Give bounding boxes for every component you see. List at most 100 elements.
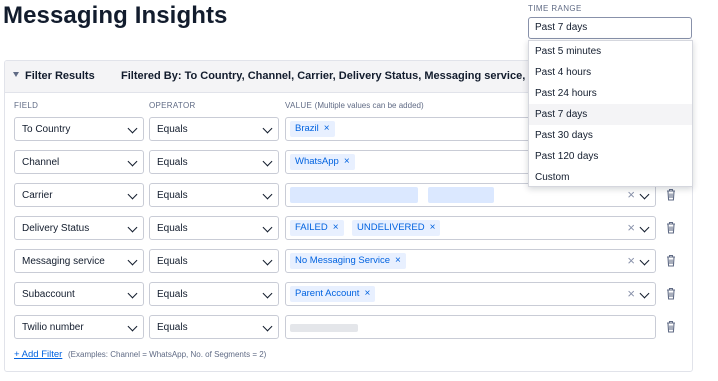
chevron-down-icon [127,288,138,299]
value-chip-label: UNDELIVERED [357,222,425,233]
chevron-down-icon [127,123,138,134]
caret-down-icon[interactable] [13,72,19,77]
remove-chip-icon[interactable]: × [364,288,370,299]
time-range-option[interactable]: Past 120 days [529,146,692,167]
value-chip: UNDELIVERED × [352,220,441,236]
field-select[interactable]: Subaccount [14,282,144,306]
chevron-down-icon[interactable] [639,288,650,299]
time-range-option[interactable]: Past 7 days [529,104,692,125]
time-range-option[interactable]: Custom [529,167,692,188]
chevron-down-icon [262,189,273,200]
chevron-down-icon [262,321,273,332]
chevron-down-icon [127,222,138,233]
time-range-option[interactable]: Past 24 hours [529,83,692,104]
operator-select[interactable]: Equals [149,216,279,240]
value-chip: Brazil × [290,121,335,137]
time-range-option[interactable]: Past 30 days [529,125,692,146]
time-range-dropdown: Past 5 minutes Past 4 hours Past 24 hour… [528,40,693,187]
operator-select-value: Equals [157,289,188,300]
time-range-option[interactable]: Past 5 minutes [529,41,692,62]
field-select-value: Messaging service [22,256,105,267]
filter-row: Messaging service Equals No Messaging Se… [5,249,692,273]
remove-chip-icon[interactable]: × [324,123,330,134]
add-filter-hint: (Examples: Channel = WhatsApp, No. of Se… [68,350,267,359]
chevron-down-icon [127,255,138,266]
trash-icon[interactable] [666,320,676,333]
field-select[interactable]: Carrier [14,183,144,207]
value-chip: FAILED × [290,220,344,236]
value-chip: WhatsApp × [290,154,355,170]
clear-all-icon[interactable]: × [627,221,635,235]
value-input[interactable]: No Messaging Service × × [285,249,656,273]
chevron-down-icon [262,288,273,299]
value-chip-label: No Messaging Service [295,255,391,266]
operator-select-value: Equals [157,190,188,201]
time-range-label: TIME RANGE [528,4,582,13]
field-select[interactable]: To Country [14,117,144,141]
add-filter-link[interactable]: + Add Filter [14,349,62,360]
operator-select[interactable]: Equals [149,150,279,174]
trash-icon[interactable] [666,221,676,234]
chevron-down-icon [262,156,273,167]
operator-select-value: Equals [157,124,188,135]
value-chip-label: WhatsApp [295,156,339,167]
value-chip-label: Brazil [295,123,319,134]
field-select[interactable]: Twilio number [14,315,144,339]
clear-all-icon[interactable]: × [627,287,635,301]
redacted-placeholder [290,324,358,332]
value-input[interactable]: Parent Account × × [285,282,656,306]
clear-all-icon[interactable]: × [627,254,635,268]
value-column-hint: (Multiple values can be added) [314,101,424,110]
value-chip: Parent Account × [290,286,376,302]
operator-column-label: OPERATOR [149,101,196,110]
field-select[interactable]: Messaging service [14,249,144,273]
chevron-down-icon [127,321,138,332]
operator-select[interactable]: Equals [149,315,279,339]
redacted-chip [428,187,495,203]
trash-icon[interactable] [666,188,676,201]
operator-select-value: Equals [157,322,188,333]
chevron-down-icon [127,189,138,200]
operator-select-value: Equals [157,157,188,168]
field-select-value: Twilio number [22,322,84,333]
field-select-value: To Country [22,124,71,135]
chevron-down-icon[interactable] [639,255,650,266]
remove-chip-icon[interactable]: × [395,255,401,266]
operator-select[interactable]: Equals [149,249,279,273]
chevron-down-icon [127,156,138,167]
trash-icon[interactable] [666,254,676,267]
remove-chip-icon[interactable]: × [333,222,339,233]
operator-select[interactable]: Equals [149,282,279,306]
operator-select[interactable]: Equals [149,117,279,141]
operator-select[interactable]: Equals [149,183,279,207]
value-input[interactable]: FAILED × UNDELIVERED × × [285,216,656,240]
operator-select-value: Equals [157,223,188,234]
value-chip-label: Parent Account [295,288,360,299]
filtered-by-summary: Filtered By: To Country, Channel, Carrie… [121,70,531,82]
chevron-down-icon [262,255,273,266]
chevron-down-icon [262,222,273,233]
time-range-select[interactable]: Past 7 days [528,17,692,39]
clear-all-icon[interactable]: × [627,188,635,202]
time-range-option[interactable]: Past 4 hours [529,62,692,83]
value-input[interactable] [285,315,656,339]
field-select-value: Delivery Status [22,223,90,234]
chevron-down-icon [262,123,273,134]
filter-results-title: Filter Results [25,70,95,82]
value-column-label-wrap: VALUE (Multiple values can be added) [285,101,424,110]
field-select[interactable]: Channel [14,150,144,174]
field-select[interactable]: Delivery Status [14,216,144,240]
field-select-value: Subaccount [22,289,75,300]
chevron-down-icon[interactable] [639,189,650,200]
value-chip-label: FAILED [295,222,328,233]
field-column-label: FIELD [14,101,39,110]
remove-chip-icon[interactable]: × [430,222,436,233]
value-chip: No Messaging Service × [290,253,406,269]
trash-icon[interactable] [666,287,676,300]
filter-row: Twilio number Equals [5,315,692,339]
page-title: Messaging Insights [3,2,228,29]
remove-chip-icon[interactable]: × [344,156,350,167]
field-select-value: Channel [22,157,60,168]
chevron-down-icon[interactable] [639,222,650,233]
filter-row: Delivery Status Equals FAILED × UNDELIVER… [5,216,692,240]
